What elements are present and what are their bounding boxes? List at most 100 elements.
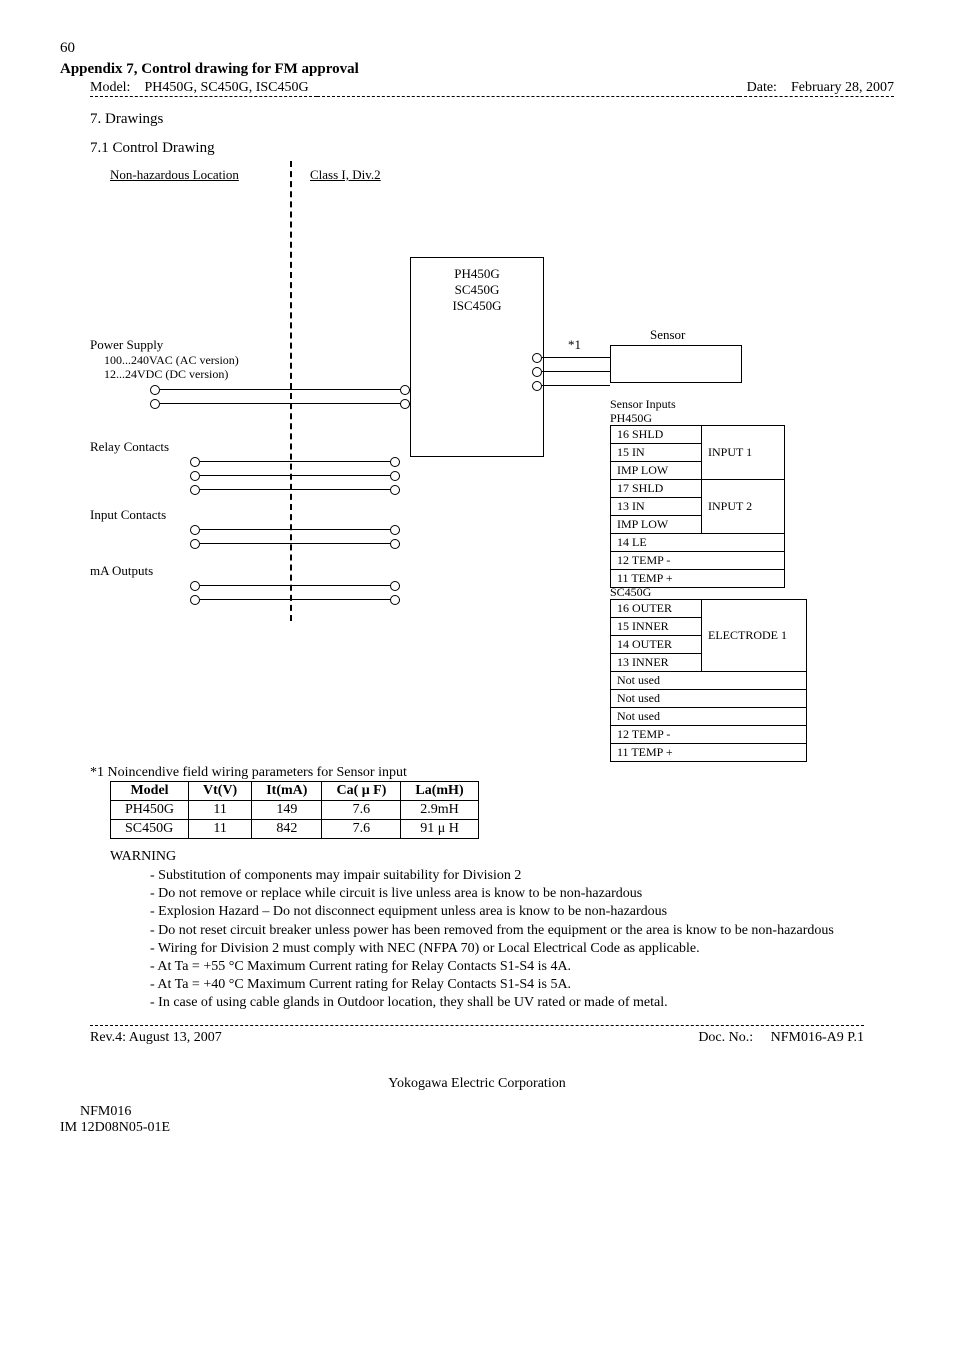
wire-line xyxy=(160,403,410,404)
table-row: SC450G 11 842 7.6 91 μ H xyxy=(111,820,479,839)
pin-cell: 17 SHLD xyxy=(611,480,702,498)
revision-row: Rev.4: August 13, 2007 Doc. No.: NFM016-… xyxy=(90,1030,864,1046)
location-divider-line xyxy=(290,161,292,621)
wire-line xyxy=(200,475,400,476)
terminal-icon xyxy=(390,485,400,495)
section-7-1: 7.1 Control Drawing xyxy=(90,140,894,157)
table-row: Not used xyxy=(611,690,807,708)
table-row: 11 TEMP + xyxy=(611,744,807,762)
terminal-icon xyxy=(532,353,542,363)
device-line-2: SC450G xyxy=(417,282,537,298)
wire-line xyxy=(542,357,610,358)
terminal-icon xyxy=(150,385,160,395)
ma-outputs-label: mA Outputs xyxy=(90,563,153,579)
wire-line xyxy=(200,461,400,462)
date-value: February 28, 2007 xyxy=(791,80,894,95)
cell: 11 xyxy=(189,801,252,820)
terminal-icon xyxy=(532,367,542,377)
wire-line xyxy=(200,599,400,600)
group-cell: INPUT 1 xyxy=(702,426,785,480)
terminal-icon xyxy=(190,485,200,495)
model-label: Model: xyxy=(90,80,130,95)
cell: 7.6 xyxy=(322,820,401,839)
cell: 149 xyxy=(252,801,322,820)
table-row: 16 SHLDINPUT 1 xyxy=(611,426,785,444)
ph450g-pin-table: 16 SHLDINPUT 1 15 IN IMP LOW 17 SHLDINPU… xyxy=(610,425,785,588)
dash-fill xyxy=(317,80,739,97)
table-header-row: Model Vt(V) It(mA) Ca( μ F) La(mH) xyxy=(111,782,479,801)
terminal-icon xyxy=(150,399,160,409)
list-item: Explosion Hazard – Do not disconnect equ… xyxy=(150,903,834,921)
ph450g-table-label: PH450G xyxy=(610,411,652,426)
col-vt: Vt(V) xyxy=(189,782,252,801)
page-number: 60 xyxy=(60,40,894,57)
power-supply-label: Power Supply xyxy=(90,337,163,353)
date-label: Date: xyxy=(747,80,777,95)
footer-im-code: IM 12D08N05-01E xyxy=(60,1120,894,1136)
doc-no-label: Doc. No.: xyxy=(698,1030,753,1045)
footer-company: Yokogawa Electric Corporation xyxy=(60,1076,894,1092)
doc-no: Doc. No.: NFM016-A9 P.1 xyxy=(698,1030,864,1046)
device-box: PH450G SC450G ISC450G xyxy=(410,257,544,457)
group-cell: ELECTRODE 1 xyxy=(702,600,807,672)
pin-cell: IMP LOW xyxy=(611,462,702,480)
terminal-icon xyxy=(390,595,400,605)
revision-text: Rev.4: August 13, 2007 xyxy=(90,1030,698,1046)
warning-list: Substitution of components may impair su… xyxy=(150,867,834,1013)
group-cell: INPUT 2 xyxy=(702,480,785,534)
list-item: Wiring for Division 2 must comply with N… xyxy=(150,940,834,958)
wire-line xyxy=(200,489,400,490)
terminal-icon xyxy=(190,539,200,549)
table-row: Not used xyxy=(611,708,807,726)
terminal-icon xyxy=(390,539,400,549)
terminal-icon xyxy=(400,399,410,409)
terminal-icon xyxy=(190,471,200,481)
list-item: Do not reset circuit breaker unless powe… xyxy=(150,922,834,940)
model-date-row: Model: PH450G, SC450G, ISC450G Date: Feb… xyxy=(90,80,894,97)
wire-line xyxy=(542,371,610,372)
pin-cell: 12 TEMP - xyxy=(611,552,785,570)
control-drawing-diagram: Non-hazardous Location Class I, Div.2 PH… xyxy=(90,167,894,757)
wire-line xyxy=(200,529,400,530)
cell: 91 μ H xyxy=(401,820,478,839)
pin-cell: 16 OUTER xyxy=(611,600,702,618)
terminal-icon xyxy=(390,525,400,535)
table-row: 12 TEMP - xyxy=(611,552,785,570)
terminal-icon xyxy=(390,457,400,467)
table-row: 16 OUTERELECTRODE 1 xyxy=(611,600,807,618)
wire-line xyxy=(160,389,410,390)
device-line-1: PH450G xyxy=(417,266,537,282)
doc-no-value: NFM016-A9 P.1 xyxy=(771,1030,864,1045)
col-model: Model xyxy=(111,782,189,801)
list-item: Substitution of components may impair su… xyxy=(150,867,834,885)
appendix-title: Appendix 7, Control drawing for FM appro… xyxy=(60,61,894,78)
cell: 11 xyxy=(189,820,252,839)
list-item: In case of using cable glands in Outdoor… xyxy=(150,994,834,1012)
col-ca: Ca( μ F) xyxy=(322,782,401,801)
pin-cell: 14 LE xyxy=(611,534,785,552)
cell: 7.6 xyxy=(322,801,401,820)
col-la: La(mH) xyxy=(401,782,478,801)
terminal-icon xyxy=(190,595,200,605)
model-value: PH450G, SC450G, ISC450G xyxy=(144,80,308,95)
terminal-icon xyxy=(390,581,400,591)
pin-cell: IMP LOW xyxy=(611,516,702,534)
pin-cell: 15 INNER xyxy=(611,618,702,636)
ps-dc-label: 12...24VDC (DC version) xyxy=(104,367,228,382)
cell: 842 xyxy=(252,820,322,839)
pin-cell: Not used xyxy=(611,672,807,690)
pin-cell: 14 OUTER xyxy=(611,636,702,654)
table-row: 12 TEMP - xyxy=(611,726,807,744)
table-row: PH450G 11 149 7.6 2.9mH xyxy=(111,801,479,820)
class-div-label: Class I, Div.2 xyxy=(310,167,381,183)
sensor-label: Sensor xyxy=(650,327,685,343)
footer-code: NFM016 xyxy=(80,1104,894,1120)
terminal-icon xyxy=(390,471,400,481)
star-1-label: *1 xyxy=(568,337,581,353)
sc450g-pin-table: 16 OUTERELECTRODE 1 15 INNER 14 OUTER 13… xyxy=(610,599,807,762)
relay-contacts-label: Relay Contacts xyxy=(90,439,169,455)
wire-line xyxy=(542,385,610,386)
warning-heading: WARNING xyxy=(110,849,894,865)
input-contacts-label: Input Contacts xyxy=(90,507,166,523)
table-row: 14 LE xyxy=(611,534,785,552)
